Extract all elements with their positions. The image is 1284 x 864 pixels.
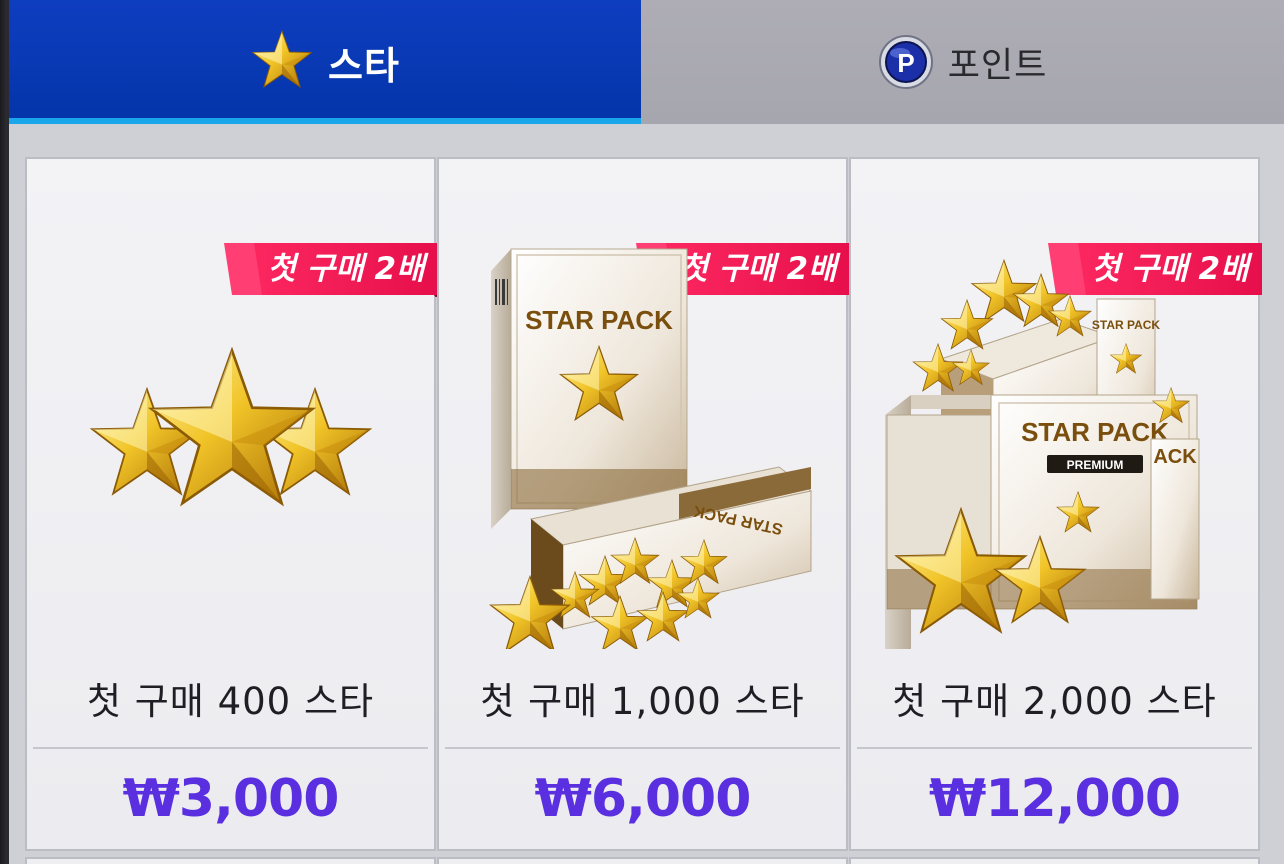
star-icon <box>252 30 312 88</box>
product-card-partial[interactable] <box>437 857 848 864</box>
tab-point-label: 포인트 <box>947 45 1048 86</box>
svg-text:STAR PACK: STAR PACK <box>525 305 673 335</box>
tab-point[interactable]: P 포인트 <box>641 0 1284 124</box>
shop-panel: 스타 P 포인트 첫 구매 2배 첫 구매 400 스타 ₩3,000 첫 구매… <box>9 0 1284 864</box>
product-card-2000-stars[interactable]: 첫 구매 2배 STAR PACK STAR PACK PREMIUM ACK … <box>849 157 1262 851</box>
star-pack-box-icon: STAR PACK STAR PACK <box>439 219 846 653</box>
product-name: 첫 구매 400 스타 <box>86 680 375 723</box>
svg-text:PREMIUM: PREMIUM <box>1067 458 1124 472</box>
svg-text:STAR PACK: STAR PACK <box>1021 417 1169 447</box>
three-stars-icon <box>27 219 434 649</box>
product-price: ₩6,000 <box>534 769 752 829</box>
product-name: 첫 구매 1,000 스타 <box>480 680 805 723</box>
divider <box>445 747 840 749</box>
star-pack-premium-icon: STAR PACK STAR PACK PREMIUM ACK <box>851 219 1258 675</box>
product-price: ₩12,000 <box>928 769 1181 829</box>
next-row-cards <box>25 857 1260 864</box>
divider <box>857 747 1252 749</box>
svg-text:P: P <box>897 48 914 78</box>
divider <box>33 747 428 749</box>
svg-text:STAR PACK: STAR PACK <box>1092 318 1161 332</box>
svg-text:ACK: ACK <box>1153 446 1197 468</box>
product-card-partial[interactable] <box>849 857 1260 864</box>
tab-star-label: 스타 <box>328 43 400 88</box>
product-card-1000-stars[interactable]: 첫 구매 2배 STAR PACK STAR PACK 첫 구매 1,000 스… <box>437 157 850 851</box>
currency-tabs: 스타 P 포인트 <box>9 0 1284 124</box>
product-card-400-stars[interactable]: 첫 구매 2배 첫 구매 400 스타 ₩3,000 <box>25 157 446 851</box>
tab-star[interactable]: 스타 <box>9 0 641 124</box>
point-coin-icon: P <box>878 35 933 89</box>
product-name: 첫 구매 2,000 스타 <box>892 680 1217 723</box>
product-card-partial[interactable] <box>25 857 436 864</box>
product-price: ₩3,000 <box>122 769 340 829</box>
